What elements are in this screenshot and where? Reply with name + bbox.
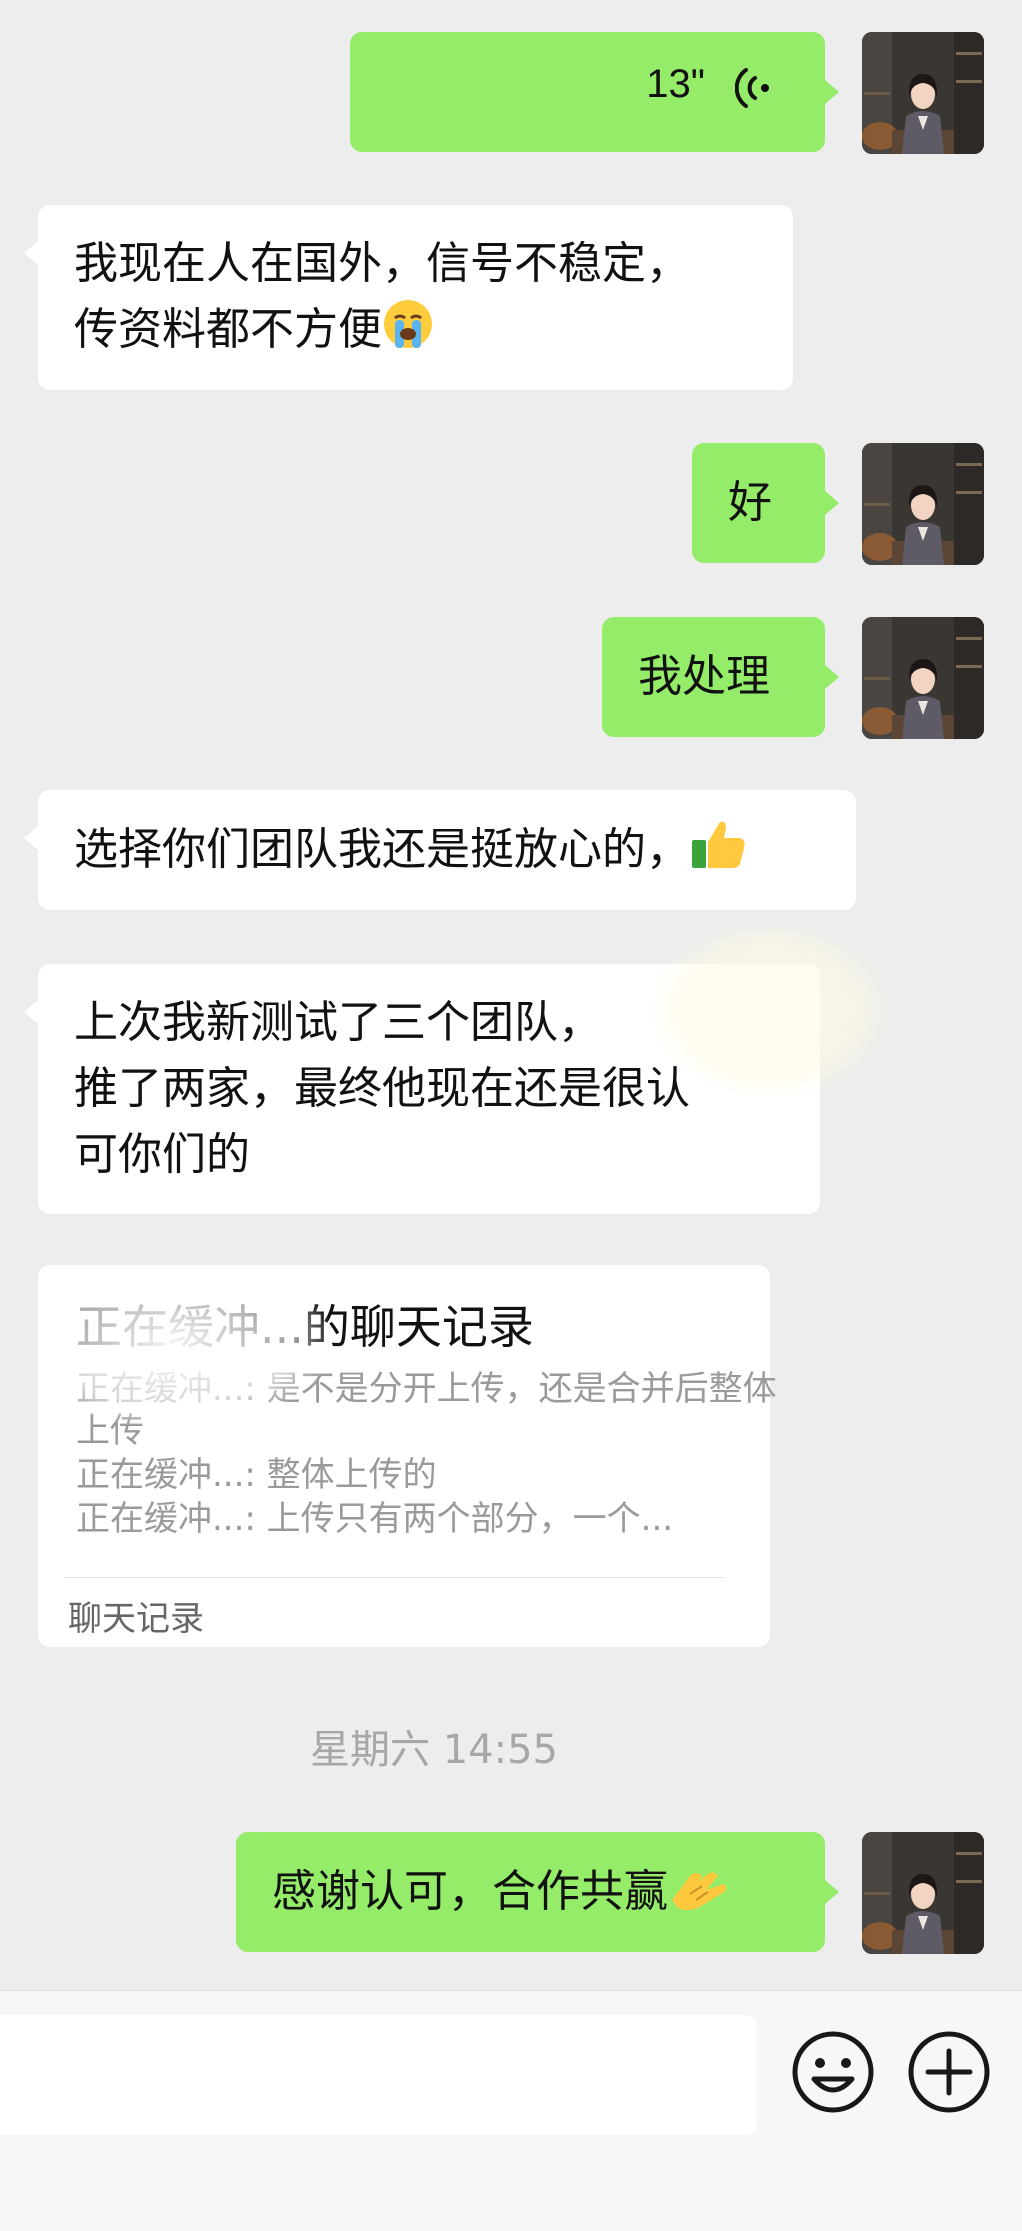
- card-line: 正在缓冲...: 上传只有两个部分，一个...: [76, 1499, 674, 1539]
- photo-glare: [68, 1285, 328, 1425]
- timestamp: 星期六 14:55: [310, 1727, 558, 1773]
- message-line: 感谢认可，合作共赢: [272, 1866, 668, 1917]
- avatar[interactable]: [862, 32, 984, 154]
- message-text: 我现在人在国外，信号不稳定， 传资料都不方便: [74, 231, 690, 363]
- voice-duration: 13": [646, 62, 705, 106]
- message-text: 我处理: [638, 651, 770, 702]
- incoming-message-bubble[interactable]: 上次我新测试了三个团队， 推了两家，最终他现在还是很认 可你们的: [24, 964, 820, 1214]
- avatar-woman-image: [862, 443, 984, 565]
- message-line: 可你们的: [74, 1129, 250, 1180]
- avatar[interactable]: [862, 1832, 984, 1954]
- message-line: 选择你们团队我还是挺放心的，: [74, 824, 690, 875]
- incoming-message-bubble[interactable]: 选择你们团队我还是挺放心的，: [24, 790, 856, 910]
- thumbs-up-emoji: [692, 821, 745, 868]
- voice-wave-icon: [735, 68, 769, 108]
- avatar[interactable]: [862, 617, 984, 739]
- message-text: 上次我新测试了三个团队， 推了两家，最终他现在还是很认 可你们的: [74, 990, 690, 1188]
- avatar-woman-image: [862, 32, 984, 154]
- voice-message-bubble[interactable]: 13": [350, 32, 839, 152]
- crying-face-emoji: [384, 300, 432, 348]
- plus-circle-icon: [908, 2031, 990, 2113]
- outgoing-message-bubble[interactable]: 感谢认可，合作共赢: [236, 1832, 839, 1952]
- avatar[interactable]: [862, 443, 984, 565]
- avatar-woman-image: [862, 617, 984, 739]
- message-line: 传资料都不方便: [74, 304, 382, 355]
- incoming-message-bubble[interactable]: 我现在人在国外，信号不稳定， 传资料都不方便: [24, 205, 793, 390]
- handshake-emoji: [672, 1872, 726, 1910]
- message-input[interactable]: [0, 2015, 756, 2135]
- emoji-button[interactable]: [790, 2029, 876, 2115]
- smiley-icon: [792, 2031, 874, 2113]
- message-line: 推了两家，最终他现在还是很认: [74, 1063, 690, 1114]
- more-button[interactable]: [906, 2029, 992, 2115]
- card-footer: 聊天记录: [68, 1599, 204, 1639]
- outgoing-message-bubble[interactable]: 好: [692, 443, 839, 563]
- message-line: 我现在人在国外，信号不稳定，: [74, 238, 690, 289]
- outgoing-message-bubble[interactable]: 我处理: [602, 617, 839, 737]
- card-divider: [64, 1577, 724, 1578]
- message-line: 上次我新测试了三个团队，: [74, 997, 602, 1048]
- card-line: 正在缓冲...: 整体上传的: [76, 1455, 437, 1495]
- message-text: 好: [728, 477, 772, 528]
- avatar-woman-image: [862, 1832, 984, 1954]
- message-text: 感谢认可，合作共赢: [272, 1859, 728, 1925]
- message-text: 选择你们团队我还是挺放心的，: [74, 817, 746, 883]
- input-bar: [0, 1990, 1022, 2231]
- chat-history-card[interactable]: 正在缓冲...的聊天记录 正在缓冲...: 是不是分开上传，还是合并后整体 上传…: [38, 1265, 777, 1647]
